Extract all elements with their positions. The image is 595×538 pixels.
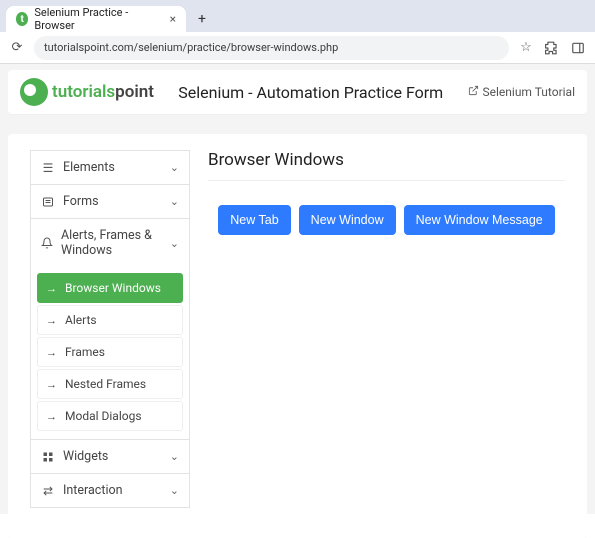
star-icon[interactable]: ☆ — [517, 39, 535, 57]
arrow-right-icon: → — [46, 314, 57, 327]
sidebar-item-label: Elements — [63, 160, 115, 175]
close-icon[interactable]: × — [170, 12, 176, 26]
sidebar-item-interaction[interactable]: ⇄ Interaction ⌄ — [30, 473, 190, 508]
browser-tab-strip: t Selenium Practice - Browser × + — [0, 0, 595, 32]
favicon-icon: t — [16, 12, 28, 26]
main-content: Browser Windows New Tab New Window New W… — [208, 150, 565, 508]
sidebar-item-elements[interactable]: ☰ Elements ⌄ — [30, 150, 190, 185]
arrow-right-icon: → — [46, 378, 57, 391]
logo[interactable]: tutorialspoint — [20, 78, 154, 106]
content-card: ☰ Elements ⌄ Forms ⌄ — [8, 134, 587, 538]
sidebar-item-label: Alerts, Frames & Windows — [61, 228, 162, 258]
sidebar-sub-alerts[interactable]: → Alerts — [37, 305, 183, 335]
button-row: New Tab New Window New Window Message — [208, 205, 565, 235]
arrow-right-icon: → — [46, 346, 57, 359]
sidebar-sub-nested-frames[interactable]: → Nested Frames — [37, 369, 183, 399]
sidebar-item-widgets[interactable]: Widgets ⌄ — [30, 439, 190, 474]
sidebar-sub-browser-windows[interactable]: → Browser Windows — [37, 273, 183, 303]
sidebar-item-forms[interactable]: Forms ⌄ — [30, 184, 190, 219]
new-tab-button[interactable]: + — [192, 9, 212, 29]
sidebar-item-alerts-frames-windows[interactable]: Alerts, Frames & Windows ⌄ → Browser Win… — [30, 218, 190, 440]
grid-icon — [41, 450, 55, 464]
sidebar-item-label: Forms — [63, 194, 99, 209]
logo-icon — [20, 78, 48, 106]
arrow-right-icon: → — [46, 282, 57, 295]
url-text: tutorialspoint.com/selenium/practice/bro… — [44, 41, 338, 54]
form-icon — [41, 195, 55, 209]
reload-icon[interactable]: ⟳ — [8, 39, 26, 57]
sidebar-sub-modal-dialogs[interactable]: → Modal Dialogs — [37, 401, 183, 431]
sub-item-label: Nested Frames — [65, 377, 146, 391]
chevron-down-icon: ⌄ — [170, 450, 179, 463]
link-label: Selenium Tutorial — [483, 85, 576, 99]
external-link-icon — [468, 85, 479, 99]
sidebar: ☰ Elements ⌄ Forms ⌄ — [30, 150, 190, 508]
chevron-down-icon: ⌄ — [170, 161, 179, 174]
browser-tab[interactable]: t Selenium Practice - Browser × — [6, 6, 186, 32]
sub-item-label: Modal Dialogs — [65, 409, 142, 423]
chevron-down-icon: ⌄ — [170, 484, 179, 497]
arrow-right-icon: → — [46, 410, 57, 423]
new-window-button[interactable]: New Window — [299, 205, 396, 235]
url-bar[interactable]: tutorialspoint.com/selenium/practice/bro… — [34, 36, 509, 60]
selenium-tutorial-link[interactable]: Selenium Tutorial — [468, 85, 576, 99]
sub-item-label: Browser Windows — [65, 281, 161, 295]
tab-title: Selenium Practice - Browser — [34, 6, 155, 32]
sub-item-label: Alerts — [65, 313, 97, 327]
page-body: tutorialspoint Selenium - Automation Pra… — [0, 64, 595, 514]
sidebar-item-label: Interaction — [63, 483, 123, 498]
sidepanel-icon[interactable] — [569, 39, 587, 57]
page-title: Selenium - Automation Practice Form — [170, 83, 452, 102]
sidebar-sub-frames[interactable]: → Frames — [37, 337, 183, 367]
bell-icon — [41, 236, 53, 250]
new-window-message-button[interactable]: New Window Message — [404, 205, 555, 235]
sidebar-item-label: Widgets — [63, 449, 108, 464]
browser-toolbar: ⟳ tutorialspoint.com/selenium/practice/b… — [0, 32, 595, 64]
logo-text: tutorialspoint — [52, 82, 154, 102]
swap-icon: ⇄ — [41, 484, 55, 498]
sub-item-label: Frames — [65, 345, 105, 359]
new-tab-button[interactable]: New Tab — [218, 205, 290, 235]
extensions-icon[interactable] — [543, 39, 561, 57]
sidebar-sublist: → Browser Windows → Alerts → Frames → Ne… — [31, 267, 189, 439]
page-header: tutorialspoint Selenium - Automation Pra… — [8, 70, 587, 114]
content-title: Browser Windows — [208, 150, 565, 181]
chevron-down-icon: ⌄ — [170, 237, 179, 250]
chevron-down-icon: ⌄ — [170, 195, 179, 208]
list-icon: ☰ — [41, 161, 55, 175]
